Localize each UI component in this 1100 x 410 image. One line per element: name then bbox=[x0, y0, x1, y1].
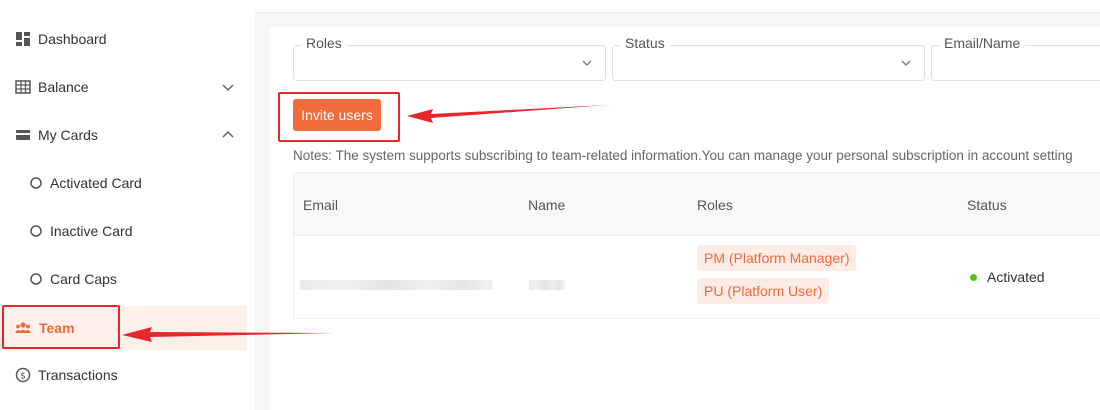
users-table: Email Name Roles Status PM (Platform Man… bbox=[293, 172, 1100, 319]
column-header-email: Email bbox=[303, 197, 339, 213]
name-redacted bbox=[529, 280, 565, 290]
status-dot-icon bbox=[970, 274, 977, 281]
role-tag: PM (Platform Manager) bbox=[697, 245, 857, 271]
notes-text: Notes: The system supports subscribing t… bbox=[293, 148, 1073, 163]
table-header: Email Name Roles Status bbox=[294, 173, 1100, 236]
arrow-to-invite bbox=[407, 105, 607, 123]
role-tag: PU (Platform User) bbox=[697, 278, 830, 304]
column-header-status: Status bbox=[967, 197, 1007, 213]
column-header-name: Name bbox=[528, 197, 566, 213]
email-redacted bbox=[300, 280, 493, 290]
status-text: Activated bbox=[987, 269, 1045, 285]
column-header-roles: Roles bbox=[697, 197, 733, 213]
arrow-to-team bbox=[122, 327, 334, 342]
